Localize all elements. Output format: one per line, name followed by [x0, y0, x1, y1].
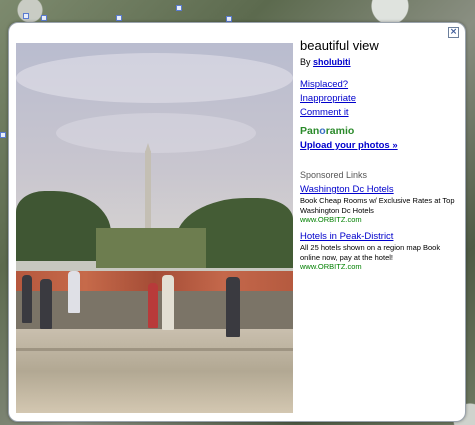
- panoramio-logo[interactable]: Panoramio: [300, 125, 354, 137]
- upload-photos-link[interactable]: Upload your photos »: [300, 140, 398, 151]
- photo-title: beautiful view: [300, 38, 379, 53]
- photo-byline: By sholubiti: [300, 57, 351, 67]
- sponsored-ad: Hotels in Peak-District All 25 hotels sh…: [300, 231, 460, 271]
- map-marker[interactable]: [176, 5, 182, 11]
- by-label: By: [300, 57, 311, 67]
- map-marker[interactable]: [41, 15, 47, 21]
- sponsored-heading: Sponsored Links: [300, 170, 368, 180]
- ad-title-link[interactable]: Washington Dc Hotels: [300, 184, 460, 195]
- ad-description: Book Cheap Rooms w/ Exclusive Rates at T…: [300, 196, 455, 215]
- panoramio-photo[interactable]: [16, 43, 293, 413]
- ad-title-link[interactable]: Hotels in Peak-District: [300, 231, 460, 242]
- map-marker[interactable]: [0, 132, 6, 138]
- sponsored-ad: Washington Dc Hotels Book Cheap Rooms w/…: [300, 184, 460, 224]
- close-icon[interactable]: ×: [448, 27, 459, 38]
- inappropriate-link[interactable]: Inappropriate: [300, 93, 356, 104]
- comment-link[interactable]: Comment it: [300, 107, 349, 118]
- ad-url[interactable]: www.ORBITZ.com: [300, 262, 460, 271]
- author-link[interactable]: sholubiti: [313, 57, 351, 67]
- misplaced-link[interactable]: Misplaced?: [300, 79, 348, 90]
- map-marker[interactable]: [116, 15, 122, 21]
- ad-description: All 25 hotels shown on a region map Book…: [300, 243, 441, 262]
- map-marker[interactable]: [23, 13, 29, 19]
- ad-url[interactable]: www.ORBITZ.com: [300, 215, 460, 224]
